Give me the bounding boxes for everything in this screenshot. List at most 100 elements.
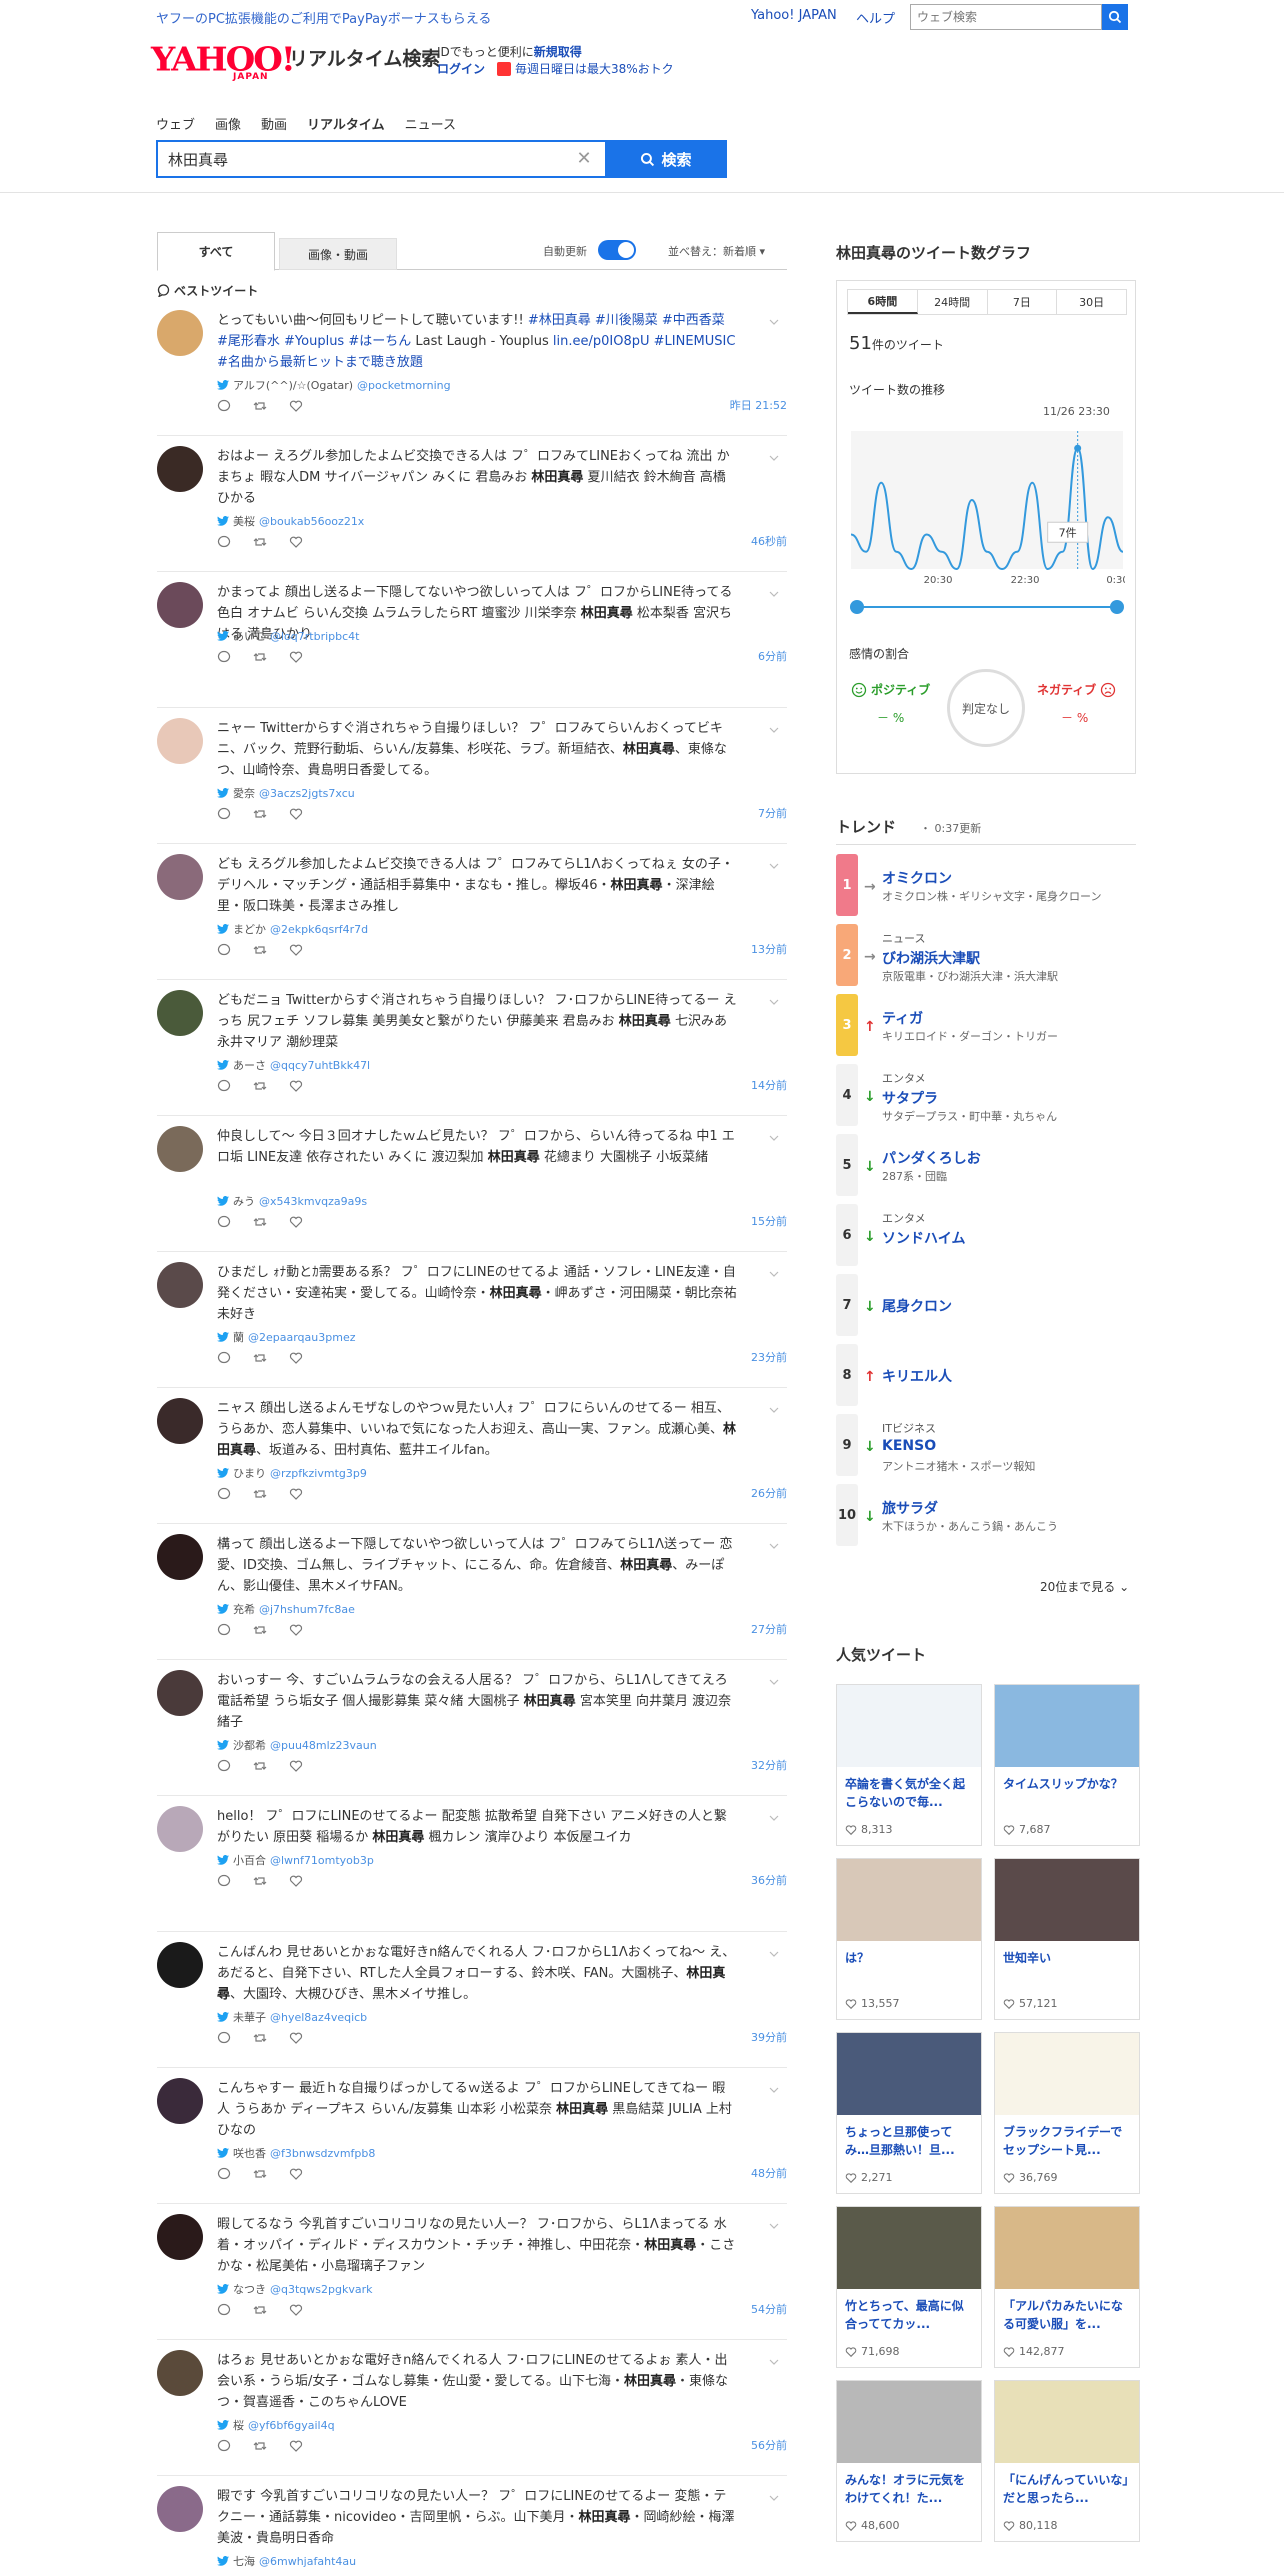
user-name[interactable]: まどか <box>233 921 266 937</box>
trend-word[interactable]: びわ湖浜大津駅 <box>882 948 980 968</box>
user-name[interactable]: 桜 <box>233 2417 244 2433</box>
popular-tweet-card[interactable]: みんな！オラに元気をわけてくれ！た... 48,600 <box>836 2380 982 2542</box>
tweet-user[interactable]: 美桜 @boukab56ooz21x <box>217 513 364 529</box>
user-handle[interactable]: @lwnf71omtyob3p <box>270 1854 374 1867</box>
chevron-down-icon[interactable] <box>769 1946 779 1957</box>
nav-videos[interactable]: 動画 <box>261 114 287 133</box>
tweet-user[interactable]: 充希 @j7hshum7fc8ae <box>217 1601 355 1617</box>
range-handle-right[interactable] <box>1110 600 1124 614</box>
chevron-down-icon[interactable] <box>769 2354 779 2365</box>
paypay-promo-link[interactable]: ヤフーのPC拡張機能のご利用でPayPayボーナスもらえる <box>156 8 491 27</box>
retweet-icon[interactable] <box>253 2303 267 2321</box>
web-search-button[interactable] <box>1102 4 1128 30</box>
trend-word[interactable]: サタプラ <box>882 1088 938 1108</box>
nav-realtime[interactable]: リアルタイム <box>307 114 385 133</box>
tweet-item[interactable]: かまってよ 顔出し送るよー下隠してないやつ欲しいって人は フ゜ロフからLINE待… <box>157 572 787 708</box>
chevron-down-icon[interactable] <box>769 1538 779 1549</box>
user-handle[interactable]: @q3tqws2pgkvark <box>270 2283 372 2296</box>
user-name[interactable]: あーさ <box>233 1057 266 1073</box>
external-link[interactable]: lin.ee/p0IO8pU <box>553 334 650 349</box>
tweet-time[interactable]: 14分前 <box>751 1077 787 1093</box>
tweet-user[interactable]: あいこ @loq7rtbripbc4t <box>217 628 360 644</box>
avatar[interactable] <box>157 854 203 900</box>
popular-tweet-card[interactable]: 世知辛い 57,121 <box>994 1858 1140 2020</box>
trend-item[interactable]: 3 ↑ ティガ キリエロイド・ダーゴン・トリガー <box>836 994 1136 1064</box>
popular-tweet-card[interactable]: 「にんげんっていいな」だと思ったら... 80,118 <box>994 2380 1140 2542</box>
reply-icon[interactable] <box>217 2167 231 2185</box>
chevron-down-icon[interactable] <box>769 1810 779 1821</box>
popular-tweet-text[interactable]: タイムスリップかな？ <box>1003 1775 1133 1793</box>
avatar[interactable] <box>157 2486 203 2532</box>
tweet-item[interactable]: おはよー えろグル参加したよムビ交換できる人は フ゜ロフみてLINEおくってね … <box>157 436 787 572</box>
tweet-time[interactable]: 15分前 <box>751 1213 787 1229</box>
user-name[interactable]: 充希 <box>233 1601 255 1617</box>
tweet-time[interactable]: 48分前 <box>751 2165 787 2181</box>
reply-icon[interactable] <box>217 535 231 553</box>
retweet-icon[interactable] <box>253 2167 267 2185</box>
like-icon[interactable] <box>289 1623 303 1641</box>
tweet-item[interactable]: ニャー Twitterからすぐ消されちゃう自撮りほしい？ フ゜ロフみてらいんおく… <box>157 708 787 844</box>
tweet-user[interactable]: まどか @2ekpk6qsrf4r7d <box>217 921 368 937</box>
reply-icon[interactable] <box>217 1079 231 1097</box>
like-icon[interactable] <box>289 1759 303 1777</box>
more-trends-link[interactable]: 20位まで見る ⌄ <box>1040 1578 1129 1595</box>
tweet-item[interactable]: おいっすー 今、すごいムラムラなの会える人居る？ フ゜ロフから、らL1Λしてきて… <box>157 1660 787 1796</box>
user-handle[interactable]: @2ekpk6qsrf4r7d <box>270 923 368 936</box>
avatar[interactable] <box>157 1670 203 1716</box>
tweet-image[interactable] <box>995 2207 1139 2289</box>
nav-news[interactable]: ニュース <box>405 114 456 133</box>
like-icon[interactable] <box>289 1487 303 1505</box>
tweet-image[interactable] <box>837 2033 981 2115</box>
popular-tweet-text[interactable]: 卒論を書く気が全く起こらないので毎... <box>845 1775 975 1811</box>
avatar[interactable] <box>157 1126 203 1172</box>
chevron-down-icon[interactable] <box>769 858 779 869</box>
avatar[interactable] <box>157 1262 203 1308</box>
reply-icon[interactable] <box>217 1623 231 1641</box>
reply-icon[interactable] <box>217 943 231 961</box>
retweet-icon[interactable] <box>253 1079 267 1097</box>
chevron-down-icon[interactable] <box>769 2082 779 2093</box>
tweet-user[interactable]: 桜 @yf6bf6gyail4q <box>217 2417 335 2433</box>
popular-tweet-text[interactable]: 世知辛い <box>1003 1949 1133 1967</box>
graph-tab-24h[interactable]: 24時間 <box>918 290 988 314</box>
chevron-down-icon[interactable] <box>769 1266 779 1277</box>
service-title[interactable]: リアルタイム検索 <box>289 44 440 71</box>
yahoo-japan-link[interactable]: Yahoo! JAPAN <box>751 8 837 23</box>
tweet-time[interactable]: 46秒前 <box>751 533 787 549</box>
avatar[interactable] <box>157 1806 203 1852</box>
retweet-icon[interactable] <box>253 1759 267 1777</box>
reply-icon[interactable] <box>217 1874 231 1892</box>
like-icon[interactable] <box>289 2031 303 2049</box>
user-name[interactable]: 美桜 <box>233 513 255 529</box>
tab-media[interactable]: 画像・動画 <box>279 238 397 270</box>
avatar[interactable] <box>157 718 203 764</box>
tweet-time[interactable]: 7分前 <box>758 805 787 821</box>
user-handle[interactable]: @puu48mlz23vaun <box>270 1739 377 1752</box>
popular-tweet-card[interactable]: は？﻿ 13,557 <box>836 1858 982 2020</box>
reply-icon[interactable] <box>217 1215 231 1233</box>
campaign-link[interactable]: 毎週日曜日は最大38%おトク <box>497 60 674 77</box>
like-icon[interactable] <box>289 2439 303 2457</box>
retweet-icon[interactable] <box>253 1215 267 1233</box>
avatar[interactable] <box>157 1534 203 1580</box>
trend-word[interactable]: パンダくろしお <box>882 1148 981 1168</box>
user-name[interactable]: なつき <box>233 2281 266 2297</box>
tweet-time[interactable]: 13分前 <box>751 941 787 957</box>
like-icon[interactable] <box>289 650 303 668</box>
tweet-image[interactable] <box>995 1859 1139 1941</box>
tweet-time[interactable]: 32分前 <box>751 1757 787 1773</box>
popular-tweet-text[interactable]: 竹とちって、最高に似合っててカッ... <box>845 2297 975 2333</box>
auto-update-toggle[interactable] <box>598 240 636 260</box>
popular-tweet-text[interactable]: ちょっと旦那使ってみ…旦那熱い！旦... <box>845 2123 975 2159</box>
tweet-user[interactable]: アルフ(^^)/☆(Ogatar) @pocketmorning <box>217 377 451 393</box>
chevron-down-icon[interactable] <box>769 1130 779 1141</box>
tweet-item[interactable]: 構って 顔出し送るよー下隠してないやつ欲しいって人は フ゜ロフみてらL1Λ送って… <box>157 1524 787 1660</box>
avatar[interactable] <box>157 310 203 356</box>
retweet-icon[interactable] <box>253 1623 267 1641</box>
tweet-user[interactable]: 七海 @6mwhjafaht4au <box>217 2553 356 2568</box>
tweet-item[interactable]: 暇してるなう 今乳首すごいコリコリなの見たい人ー？ フ･ロフから、らL1Λまって… <box>157 2204 787 2340</box>
chevron-down-icon[interactable] <box>769 2490 779 2501</box>
retweet-icon[interactable] <box>253 535 267 553</box>
trend-item[interactable]: 9 ↓ ITビジネス KENSO アントニオ猪木・スポーツ報知 <box>836 1414 1136 1484</box>
like-icon[interactable] <box>289 1351 303 1369</box>
